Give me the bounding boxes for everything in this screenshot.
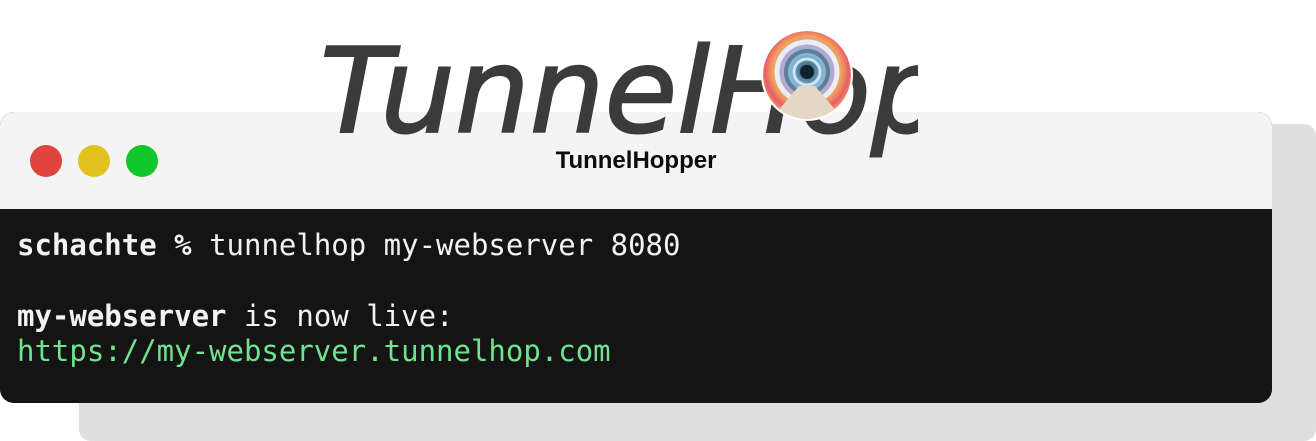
status-line: my-webserver is now live: (17, 298, 454, 334)
status-text: is now live: (226, 299, 454, 333)
rainbow-tunnel-icon (761, 29, 853, 121)
command-text: tunnelhop my-webserver 8080 (191, 228, 681, 262)
command-line: schachte % tunnelhop my-webserver 8080 (17, 227, 680, 263)
tunnelhop-logo: TunnelHop (319, 21, 918, 161)
stage: TunnelHopper schachte % tunnelhop my-web… (0, 0, 1316, 441)
terminal-output[interactable]: schachte % tunnelhop my-webserver 8080 m… (0, 209, 1272, 403)
prompt-user: schachte (17, 228, 157, 262)
server-name: my-webserver (17, 299, 227, 333)
prompt-symbol: % (156, 228, 192, 262)
live-url[interactable]: https://my-webserver.tunnelhop.com (17, 333, 611, 369)
